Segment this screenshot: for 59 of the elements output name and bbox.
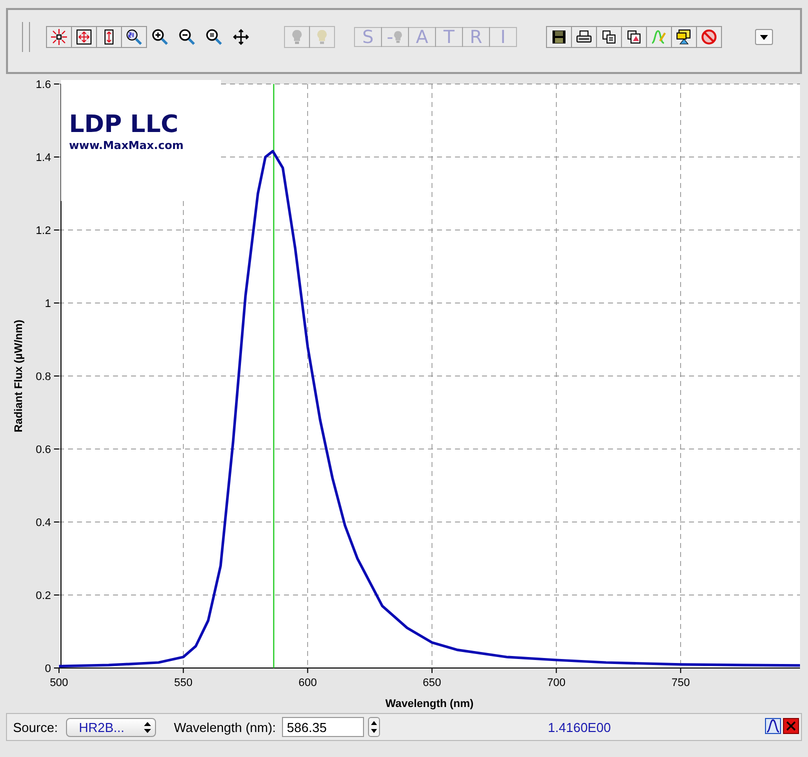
y-tick-label: 0.6 bbox=[36, 444, 51, 456]
x-tick-label: 500 bbox=[50, 677, 68, 689]
zoom-tool-button[interactable] bbox=[71, 26, 97, 48]
x-tick-label: 550 bbox=[174, 677, 192, 689]
copy-icon bbox=[602, 30, 616, 44]
export-window-icon bbox=[676, 29, 692, 45]
y-axis-label: Radiant Flux (µW/nm) bbox=[13, 320, 25, 432]
file-tool-button[interactable] bbox=[671, 26, 697, 48]
y-tick-label: 0 bbox=[44, 663, 51, 675]
source-label: Source: bbox=[13, 720, 58, 734]
y-tick-label: 0.8 bbox=[36, 371, 51, 383]
wavelength-field[interactable]: 586.35 bbox=[282, 717, 364, 737]
y-tick-label: 1.6 bbox=[36, 79, 51, 91]
file-tool-button[interactable] bbox=[546, 26, 572, 48]
spinner-button[interactable] bbox=[368, 717, 380, 737]
bulb-icon bbox=[291, 29, 303, 45]
peak-icon bbox=[765, 718, 781, 734]
move-arrows-icon bbox=[233, 29, 249, 45]
expand-arrows-icon bbox=[76, 29, 92, 45]
x-axis-label: Wavelength (nm) bbox=[385, 698, 474, 710]
caret-icon bbox=[760, 34, 768, 40]
zoom-in-icon bbox=[152, 29, 168, 45]
bulb-icon bbox=[316, 29, 328, 45]
source-dropdown[interactable]: HR2B... bbox=[66, 718, 156, 736]
zoom-tool-button[interactable] bbox=[121, 26, 147, 48]
file-tool-button[interactable] bbox=[596, 26, 622, 48]
up-down-arrows-icon bbox=[144, 722, 151, 732]
close-button[interactable] bbox=[783, 718, 799, 736]
file-tool-button[interactable] bbox=[621, 26, 647, 48]
copy-image-icon bbox=[627, 30, 641, 44]
y-tick-label: 0.4 bbox=[36, 517, 51, 529]
zoom-tool-button[interactable] bbox=[96, 26, 122, 48]
logo-title: LDP LLC bbox=[69, 110, 178, 138]
zoom-tool-button[interactable] bbox=[46, 26, 72, 48]
x-tick-label: 650 bbox=[422, 677, 442, 689]
magnifier-icon bbox=[126, 29, 142, 45]
file-tool-button[interactable] bbox=[571, 26, 597, 48]
logo-url: www.MaxMax.com bbox=[69, 139, 184, 152]
y-tick-label: 1.4 bbox=[36, 152, 51, 164]
peak-button[interactable] bbox=[765, 718, 781, 736]
dropdown-button[interactable] bbox=[755, 29, 773, 45]
zoom-out-icon bbox=[179, 29, 195, 45]
y-tick-label: 0.2 bbox=[36, 590, 51, 602]
toolbar-grip[interactable] bbox=[22, 22, 30, 52]
x-tick-label: 600 bbox=[298, 677, 317, 689]
zoom-fit-icon bbox=[206, 29, 222, 45]
up-down-arrows-icon bbox=[370, 720, 377, 734]
prohibited-icon bbox=[701, 29, 717, 45]
bulb-icon bbox=[393, 30, 404, 44]
wavelength-label: Wavelength (nm): bbox=[174, 720, 276, 734]
reading-value: 1.4160E00 bbox=[548, 720, 612, 734]
x-tick-label: 700 bbox=[547, 677, 566, 689]
printer-icon bbox=[576, 30, 592, 44]
x-tick-label: 750 bbox=[671, 677, 690, 689]
crosshair-icon bbox=[51, 29, 67, 45]
close-icon bbox=[783, 718, 799, 734]
y-tick-label: 1.2 bbox=[36, 225, 51, 237]
y-tick-label: 1 bbox=[44, 298, 51, 310]
curve-pencil-icon bbox=[651, 29, 667, 45]
